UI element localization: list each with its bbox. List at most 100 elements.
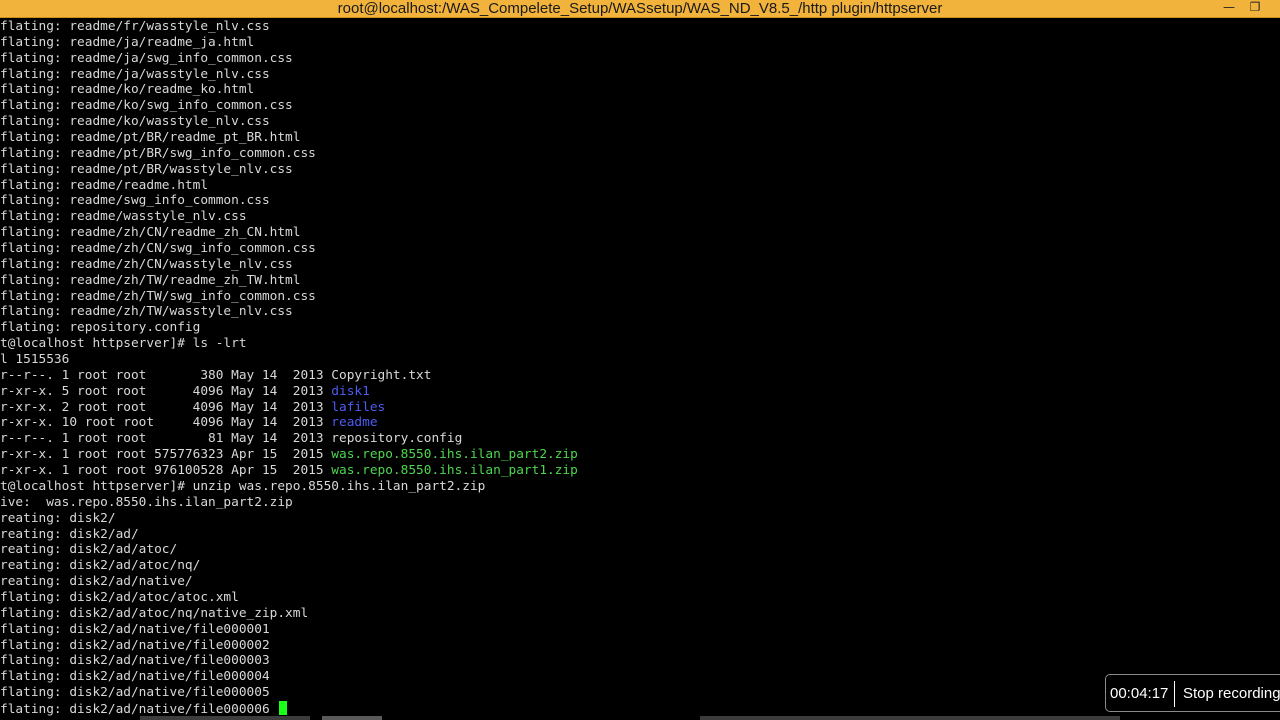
scroll-thumb[interactable]	[322, 716, 382, 720]
scroll-segment	[140, 716, 310, 720]
terminal-line: r--r--. 1 root root 380 May 14 2013 Copy…	[0, 368, 1280, 384]
terminal-line-text: flating: readme/pt/BR/swg_info_common.cs…	[0, 145, 316, 161]
terminal-line-text: flating: readme/ko/wasstyle_nlv.css	[0, 114, 270, 130]
terminal-line-text: r--r--. 1 root root 81 May 14 2013	[0, 431, 332, 447]
cursor-block	[279, 700, 288, 715]
terminal-line: flating: readme/zh/CN/wasstyle_nlv.css	[0, 257, 1280, 273]
file-name: Copyright.txt	[331, 367, 432, 383]
terminal-line: flating: readme/ko/readme_ko.html	[0, 82, 1280, 98]
terminal-line: flating: repository.config	[0, 320, 1280, 336]
terminal-line-text: r-xr-x. 1 root root 976100528 Apr 15 201…	[0, 463, 332, 479]
terminal-line: flating: readme/swg_info_common.css	[0, 193, 1280, 209]
window-titlebar: root@localhost:/WAS_Compelete_Setup/WASs…	[0, 0, 1280, 18]
stop-recording-button[interactable]: Stop recording	[1183, 685, 1280, 702]
terminal-line: r-xr-x. 1 root root 976100528 Apr 15 201…	[0, 463, 1280, 479]
minimize-icon[interactable]: —	[1218, 0, 1240, 17]
restore-icon[interactable]: ❐	[1244, 0, 1266, 17]
terminal-line: reating: disk2/ad/atoc/nq/	[0, 558, 1280, 574]
terminal-line: flating: disk2/ad/native/file000004	[0, 669, 1280, 685]
terminal-line: flating: disk2/ad/native/file000002	[0, 638, 1280, 654]
terminal-line: flating: readme/wasstyle_nlv.css	[0, 209, 1280, 225]
terminal-line-text: flating: readme/pt/BR/readme_pt_BR.html	[0, 130, 301, 146]
terminal-line: r--r--. 1 root root 81 May 14 2013 repos…	[0, 431, 1280, 447]
terminal-line-text: flating: repository.config	[0, 320, 201, 336]
terminal-line-text: r-xr-x. 1 root root 575776323 Apr 15 201…	[0, 447, 332, 463]
terminal-line: flating: readme/ko/wasstyle_nlv.css	[0, 114, 1280, 130]
terminal-line: flating: readme/ko/swg_info_common.css	[0, 98, 1280, 114]
terminal-line: flating: disk2/ad/native/file000001	[0, 622, 1280, 638]
terminal-line: flating: readme/zh/TW/readme_zh_TW.html	[0, 273, 1280, 289]
terminal-line: reating: disk2/ad/native/	[0, 574, 1280, 590]
recording-timer: 00:04:17	[1110, 685, 1169, 702]
terminal-line-text: flating: readme/readme.html	[0, 177, 209, 193]
window-title: root@localhost:/WAS_Compelete_Setup/WASs…	[337, 0, 943, 17]
terminal-line-text: flating: disk2/ad/native/file000005	[0, 685, 270, 701]
terminal-line-text: flating: readme/zh/TW/readme_zh_TW.html	[0, 272, 301, 288]
terminal-line-text: flating: readme/ko/readme_ko.html	[0, 82, 255, 98]
terminal-line-text: r-xr-x. 5 root root 4096 May 14 2013	[0, 383, 332, 399]
terminal-line-text: flating: readme/fr/wasstyle_nlv.css	[0, 19, 270, 34]
terminal-line: flating: readme/ja/swg_info_common.css	[0, 51, 1280, 67]
file-name: was.repo.8550.ihs.ilan_part2.zip	[331, 447, 578, 463]
terminal-line: flating: readme/ja/readme_ja.html	[0, 35, 1280, 51]
terminal-line-text: flating: disk2/ad/native/file000003	[0, 653, 270, 669]
terminal-line: reating: disk2/ad/atoc/	[0, 542, 1280, 558]
terminal-line-text: flating: readme/zh/TW/wasstyle_nlv.css	[0, 304, 293, 320]
terminal-line: flating: readme/pt/BR/readme_pt_BR.html	[0, 130, 1280, 146]
terminal-line-text: reating: disk2/ad/native/	[0, 574, 193, 590]
file-name: readme	[331, 415, 378, 431]
terminal-line-text: ive: was.repo.8550.ihs.ilan_part2.zip	[0, 494, 293, 510]
recording-divider	[1174, 681, 1175, 707]
terminal-line-text: reating: disk2/	[0, 510, 116, 526]
terminal-line: reating: disk2/ad/	[0, 527, 1280, 543]
terminal-line: flating: readme/pt/BR/swg_info_common.cs…	[0, 146, 1280, 162]
terminal-line: flating: readme/zh/CN/swg_info_common.cs…	[0, 241, 1280, 257]
terminal-line-text: flating: disk2/ad/atoc/nq/native_zip.xml	[0, 605, 309, 621]
terminal-line-text: flating: disk2/ad/native/file000006	[0, 701, 278, 717]
terminal-line-text: reating: disk2/ad/atoc/	[0, 542, 178, 558]
terminal-output[interactable]: flating: readme/fr/wasstyle_nlv.css flati…	[0, 19, 1280, 720]
terminal-line-text: flating: readme/ja/readme_ja.html	[0, 34, 255, 50]
file-name: disk1	[331, 383, 370, 399]
terminal-line: flating: disk2/ad/native/file000005	[0, 685, 1280, 701]
terminal-line-text: flating: disk2/ad/native/file000002	[0, 637, 270, 653]
terminal-line: flating: readme/zh/TW/wasstyle_nlv.css	[0, 304, 1280, 320]
terminal-line-text: reating: disk2/ad/atoc/nq/	[0, 558, 201, 574]
terminal-line: reating: disk2/	[0, 511, 1280, 527]
terminal-line-text: l 1515536	[0, 352, 70, 368]
terminal-line: flating: disk2/ad/native/file000003	[0, 653, 1280, 669]
terminal-line-text: reating: disk2/ad/	[0, 526, 139, 542]
terminal-line: r-xr-x. 2 root root 4096 May 14 2013 laf…	[0, 400, 1280, 416]
terminal-line: t@localhost httpserver]# ls -lrt	[0, 336, 1280, 352]
file-name: lafiles	[331, 399, 386, 415]
terminal-line: flating: readme/zh/CN/readme_zh_CN.html	[0, 225, 1280, 241]
terminal-line-text: flating: readme/zh/CN/readme_zh_CN.html	[0, 225, 301, 241]
terminal-line-text: flating: disk2/ad/native/file000001	[0, 621, 270, 637]
terminal-line-text: flating: readme/zh/TW/swg_info_common.cs…	[0, 288, 316, 304]
terminal-line-text: flating: readme/pt/BR/wasstyle_nlv.css	[0, 161, 293, 177]
file-name: was.repo.8550.ihs.ilan_part1.zip	[331, 463, 578, 479]
terminal-line: t@localhost httpserver]# unzip was.repo.…	[0, 479, 1280, 495]
terminal-line: flating: readme/pt/BR/wasstyle_nlv.css	[0, 162, 1280, 178]
terminal-line: flating: disk2/ad/native/file000006	[0, 700, 1280, 717]
terminal-line-text: r-xr-x. 10 root root 4096 May 14 2013	[0, 415, 332, 431]
terminal-line-text: t@localhost httpserver]# ls -lrt	[0, 336, 247, 352]
terminal-line: r-xr-x. 10 root root 4096 May 14 2013 re…	[0, 415, 1280, 431]
terminal-line-text: flating: readme/zh/CN/wasstyle_nlv.css	[0, 256, 293, 272]
scroll-segment	[700, 716, 1120, 720]
terminal-line-text: r-xr-x. 2 root root 4096 May 14 2013	[0, 399, 332, 415]
bottom-scroll-strip	[0, 716, 1280, 720]
terminal-line: l 1515536	[0, 352, 1280, 368]
terminal-line: r-xr-x. 1 root root 575776323 Apr 15 201…	[0, 447, 1280, 463]
terminal-line-text: flating: readme/zh/CN/swg_info_common.cs…	[0, 241, 316, 257]
terminal-line: r-xr-x. 5 root root 4096 May 14 2013 dis…	[0, 384, 1280, 400]
terminal-line-text: flating: readme/ja/swg_info_common.css	[0, 50, 293, 66]
terminal-line: flating: readme/readme.html	[0, 178, 1280, 194]
terminal-line-text: r--r--. 1 root root 380 May 14 2013	[0, 367, 332, 383]
terminal-line-text: flating: disk2/ad/native/file000004	[0, 669, 270, 685]
terminal-line: ive: was.repo.8550.ihs.ilan_part2.zip	[0, 495, 1280, 511]
terminal-line: flating: disk2/ad/atoc/nq/native_zip.xml	[0, 606, 1280, 622]
terminal-line-text: flating: readme/ko/swg_info_common.css	[0, 98, 293, 114]
terminal-line: flating: readme/zh/TW/swg_info_common.cs…	[0, 289, 1280, 305]
terminal-line-text: flating: readme/wasstyle_nlv.css	[0, 209, 247, 225]
